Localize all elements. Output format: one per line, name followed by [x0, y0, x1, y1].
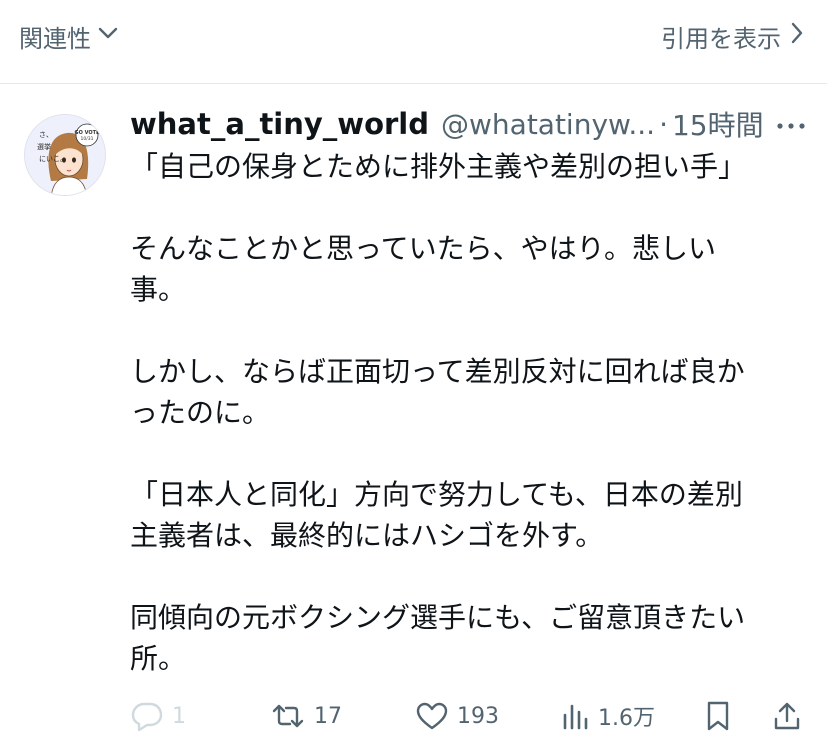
tweet-paragraph-4: 「日本人と同化」方向で努力しても、日本の差別 主義者は、最終的にはハシゴを外す。: [130, 478, 743, 552]
reply-count: 1: [172, 703, 186, 729]
retweet-icon: [270, 701, 306, 731]
views-count: 1.6万: [598, 706, 655, 731]
retweet-button[interactable]: 17: [270, 694, 342, 738]
chevron-down-icon: [97, 22, 119, 50]
avatar[interactable]: GO VOTE 10/31 さ、 選挙 にいこ。: [24, 114, 106, 196]
header-separator: ·: [659, 107, 668, 141]
like-count: 193: [457, 703, 499, 729]
tweet-paragraph-2: そんなことかと思っていたら、やはり。悲しい 事。: [130, 232, 717, 306]
user-display-name[interactable]: what_a_tiny_world: [130, 107, 429, 141]
share-icon: [772, 700, 802, 732]
svg-text:選挙: 選挙: [37, 142, 51, 151]
replies-sort-bar: 関連性 引用を表示: [0, 0, 827, 84]
sort-label: 関連性: [19, 24, 91, 53]
avatar-illustration: GO VOTE 10/31 さ、 選挙 にいこ。: [25, 115, 105, 195]
svg-text:さ、: さ、: [39, 131, 53, 139]
tweet-timestamp[interactable]: 15時間: [672, 104, 764, 144]
heart-icon: [415, 701, 449, 731]
user-handle[interactable]: @whatatinyw...: [441, 108, 655, 141]
share-button[interactable]: [772, 694, 802, 738]
more-dots-icon: [776, 115, 806, 134]
tweet-paragraph-5: 同傾向の元ボクシング選手にも、ご留意頂きたい 所。: [130, 601, 746, 675]
svg-text:GO VOTE: GO VOTE: [75, 130, 101, 136]
tweet-action-bar: 1 17 193 1.6万: [130, 694, 810, 738]
bookmark-icon: [704, 700, 732, 732]
views-button[interactable]: 1.6万: [560, 694, 655, 738]
svg-text:にいこ。: にいこ。: [39, 155, 67, 163]
views-bars-icon: [560, 701, 590, 731]
reply-button[interactable]: 1: [130, 694, 186, 738]
view-quotes-link[interactable]: 引用を表示: [661, 17, 805, 55]
like-button[interactable]: 193: [415, 694, 499, 738]
svg-text:10/31: 10/31: [81, 136, 94, 142]
sort-dropdown[interactable]: 関連性: [19, 17, 119, 55]
chevron-right-icon: [789, 21, 805, 51]
retweet-count: 17: [314, 703, 342, 729]
more-options-button[interactable]: [775, 108, 807, 140]
bookmark-button[interactable]: [704, 694, 732, 738]
tweet-header: what_a_tiny_world @whatatinyw... · 15時間: [130, 104, 810, 144]
quote-link-label: 引用を表示: [661, 24, 781, 53]
tweet-text: 「自己の保身とために排外主義や差別の担い手」 そんなことかと思っていたら、やはり…: [130, 146, 800, 679]
tweet-paragraph-1: 「自己の保身とために排外主義や差別の担い手」: [130, 150, 747, 183]
reply-icon: [130, 700, 164, 732]
tweet-paragraph-3: しかし、ならば正面切って差別反対に回れば良か ったのに。: [130, 355, 745, 429]
